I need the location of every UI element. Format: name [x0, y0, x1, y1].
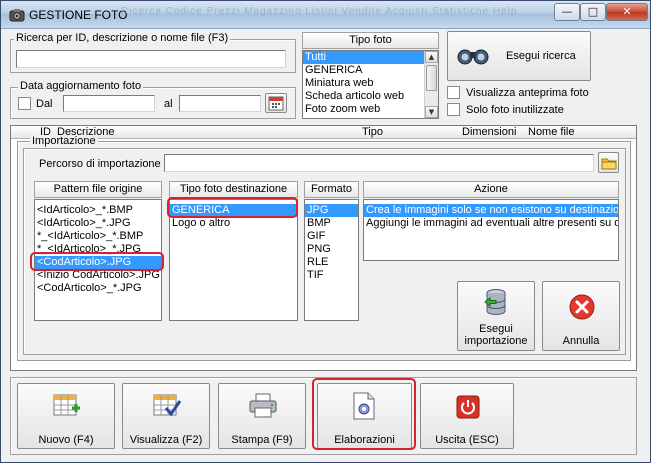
run-import-line2: importazione: [464, 335, 528, 347]
to-label: al: [164, 98, 173, 110]
view-button[interactable]: Visualizza (F2): [122, 383, 210, 449]
action-item[interactable]: Aggiungi le immagini ad eventuali altre …: [364, 217, 618, 230]
calendar-icon: [268, 96, 284, 111]
from-label: Dal: [36, 98, 53, 110]
scroll-up-icon[interactable]: ▲: [425, 51, 438, 63]
power-icon: [456, 395, 480, 419]
action-list[interactable]: Crea le immagini solo se non esistono su…: [363, 199, 619, 261]
database-import-icon: [484, 289, 506, 315]
new-button-label: Nuovo (F4): [38, 434, 94, 446]
action-item[interactable]: Crea le immagini solo se non esistono su…: [364, 204, 618, 217]
date-from-input[interactable]: [63, 95, 155, 112]
window-title: GESTIONE FOTO: [29, 8, 128, 22]
format-item[interactable]: RLE: [305, 256, 358, 269]
print-button-label: Stampa (F9): [231, 434, 293, 446]
photo-type-item[interactable]: Scheda articolo web: [303, 90, 438, 103]
search-button[interactable]: Esegui ricerca: [447, 31, 591, 81]
photo-type-header: Tipo foto: [302, 32, 439, 49]
pattern-header: Pattern file origine: [34, 181, 162, 198]
cancel-import-label: Annulla: [562, 335, 600, 347]
pattern-item[interactable]: *_<IdArticolo>_*.BMP: [35, 230, 161, 243]
preview-checkbox[interactable]: [447, 86, 460, 99]
col-dimensions[interactable]: Dimensioni: [462, 126, 516, 138]
process-button-highlight: [312, 378, 416, 450]
search-input[interactable]: [16, 50, 286, 68]
exit-button[interactable]: Uscita (ESC): [420, 383, 514, 449]
format-item[interactable]: JPG: [305, 204, 358, 217]
col-type[interactable]: Tipo: [362, 126, 383, 138]
format-item[interactable]: PNG: [305, 243, 358, 256]
new-button[interactable]: Nuovo (F4): [17, 383, 115, 449]
photo-type-item[interactable]: Foto zoom web: [303, 103, 438, 116]
import-path-input[interactable]: [164, 154, 594, 172]
dest-type-header: Tipo foto destinazione: [169, 181, 298, 198]
unused-only-checkbox[interactable]: [447, 103, 460, 116]
format-item[interactable]: BMP: [305, 217, 358, 230]
print-button[interactable]: Stampa (F9): [218, 383, 306, 449]
search-group-label: Ricerca per ID, descrizione o nome file …: [14, 32, 231, 44]
exit-button-label: Uscita (ESC): [435, 434, 499, 446]
scroll-thumb[interactable]: [426, 65, 437, 91]
pattern-item[interactable]: <CodArticolo>_*.JPG: [35, 282, 161, 295]
col-filename[interactable]: Nome file: [528, 126, 574, 138]
unused-only-label: Solo foto inutilizzate: [466, 104, 564, 116]
search-button-label: Esegui ricerca: [506, 50, 576, 62]
photo-type-scrollbar[interactable]: ▲ ▼: [424, 51, 438, 118]
format-item[interactable]: TIF: [305, 269, 358, 282]
photo-type-list[interactable]: Tutti GENERICA Miniatura web Scheda arti…: [302, 50, 439, 119]
folder-icon: [601, 158, 616, 170]
table-check-icon: [153, 394, 182, 417]
dest-type-selection-highlight: [167, 197, 298, 218]
main-window: GESTIONE FOTO Ricerca Codice Prezzi Maga…: [0, 0, 651, 463]
minimize-button[interactable]: —: [554, 3, 580, 21]
binoculars-icon: [457, 49, 489, 65]
dest-type-item[interactable]: Logo o altro: [170, 217, 297, 230]
cancel-import-button[interactable]: Annulla: [542, 281, 620, 351]
view-button-label: Visualizza (F2): [129, 434, 203, 446]
photo-type-item[interactable]: Tutti: [303, 51, 438, 64]
photo-type-item[interactable]: GENERICA: [303, 64, 438, 77]
action-header: Azione: [363, 181, 619, 198]
date-filter-checkbox[interactable]: [18, 97, 31, 110]
table-add-icon: [53, 394, 80, 416]
calendar-button[interactable]: [265, 93, 287, 113]
pattern-selection-highlight: [30, 252, 164, 271]
preview-label: Visualizza anteprima foto: [466, 87, 589, 99]
import-group-label: Importazione: [30, 135, 98, 147]
scroll-down-icon[interactable]: ▼: [425, 106, 438, 118]
format-header: Formato: [304, 181, 359, 198]
background-menu-ghost: Ricerca Codice Prezzi Magazzino Listini …: [121, 6, 518, 17]
date-to-input[interactable]: [179, 95, 261, 112]
photo-type-item[interactable]: Miniatura web: [303, 77, 438, 90]
date-filter-label: Data aggiornamento foto: [18, 80, 144, 92]
pattern-item[interactable]: <IdArticolo>_*.JPG: [35, 217, 161, 230]
printer-icon: [249, 393, 277, 418]
import-path-label: Percorso di importazione :: [39, 158, 167, 170]
close-button[interactable]: ✕: [606, 3, 648, 21]
title-bar[interactable]: GESTIONE FOTO Ricerca Codice Prezzi Maga…: [1, 1, 650, 29]
cancel-icon: [569, 294, 595, 320]
run-import-line1: Esegui: [479, 323, 513, 335]
browse-folder-button[interactable]: [598, 152, 619, 173]
camera-icon: [9, 9, 25, 22]
run-import-button[interactable]: Esegui importazione: [457, 281, 535, 351]
run-import-label: Esegui importazione: [458, 323, 534, 347]
format-item[interactable]: GIF: [305, 230, 358, 243]
maximize-button[interactable]: □: [580, 3, 606, 21]
format-list[interactable]: JPG BMP GIF PNG RLE TIF: [304, 199, 359, 321]
pattern-item[interactable]: <IdArticolo>_*.BMP: [35, 204, 161, 217]
photos-table-header: ID Descrizione Tipo Dimensioni Nome file: [11, 126, 636, 139]
